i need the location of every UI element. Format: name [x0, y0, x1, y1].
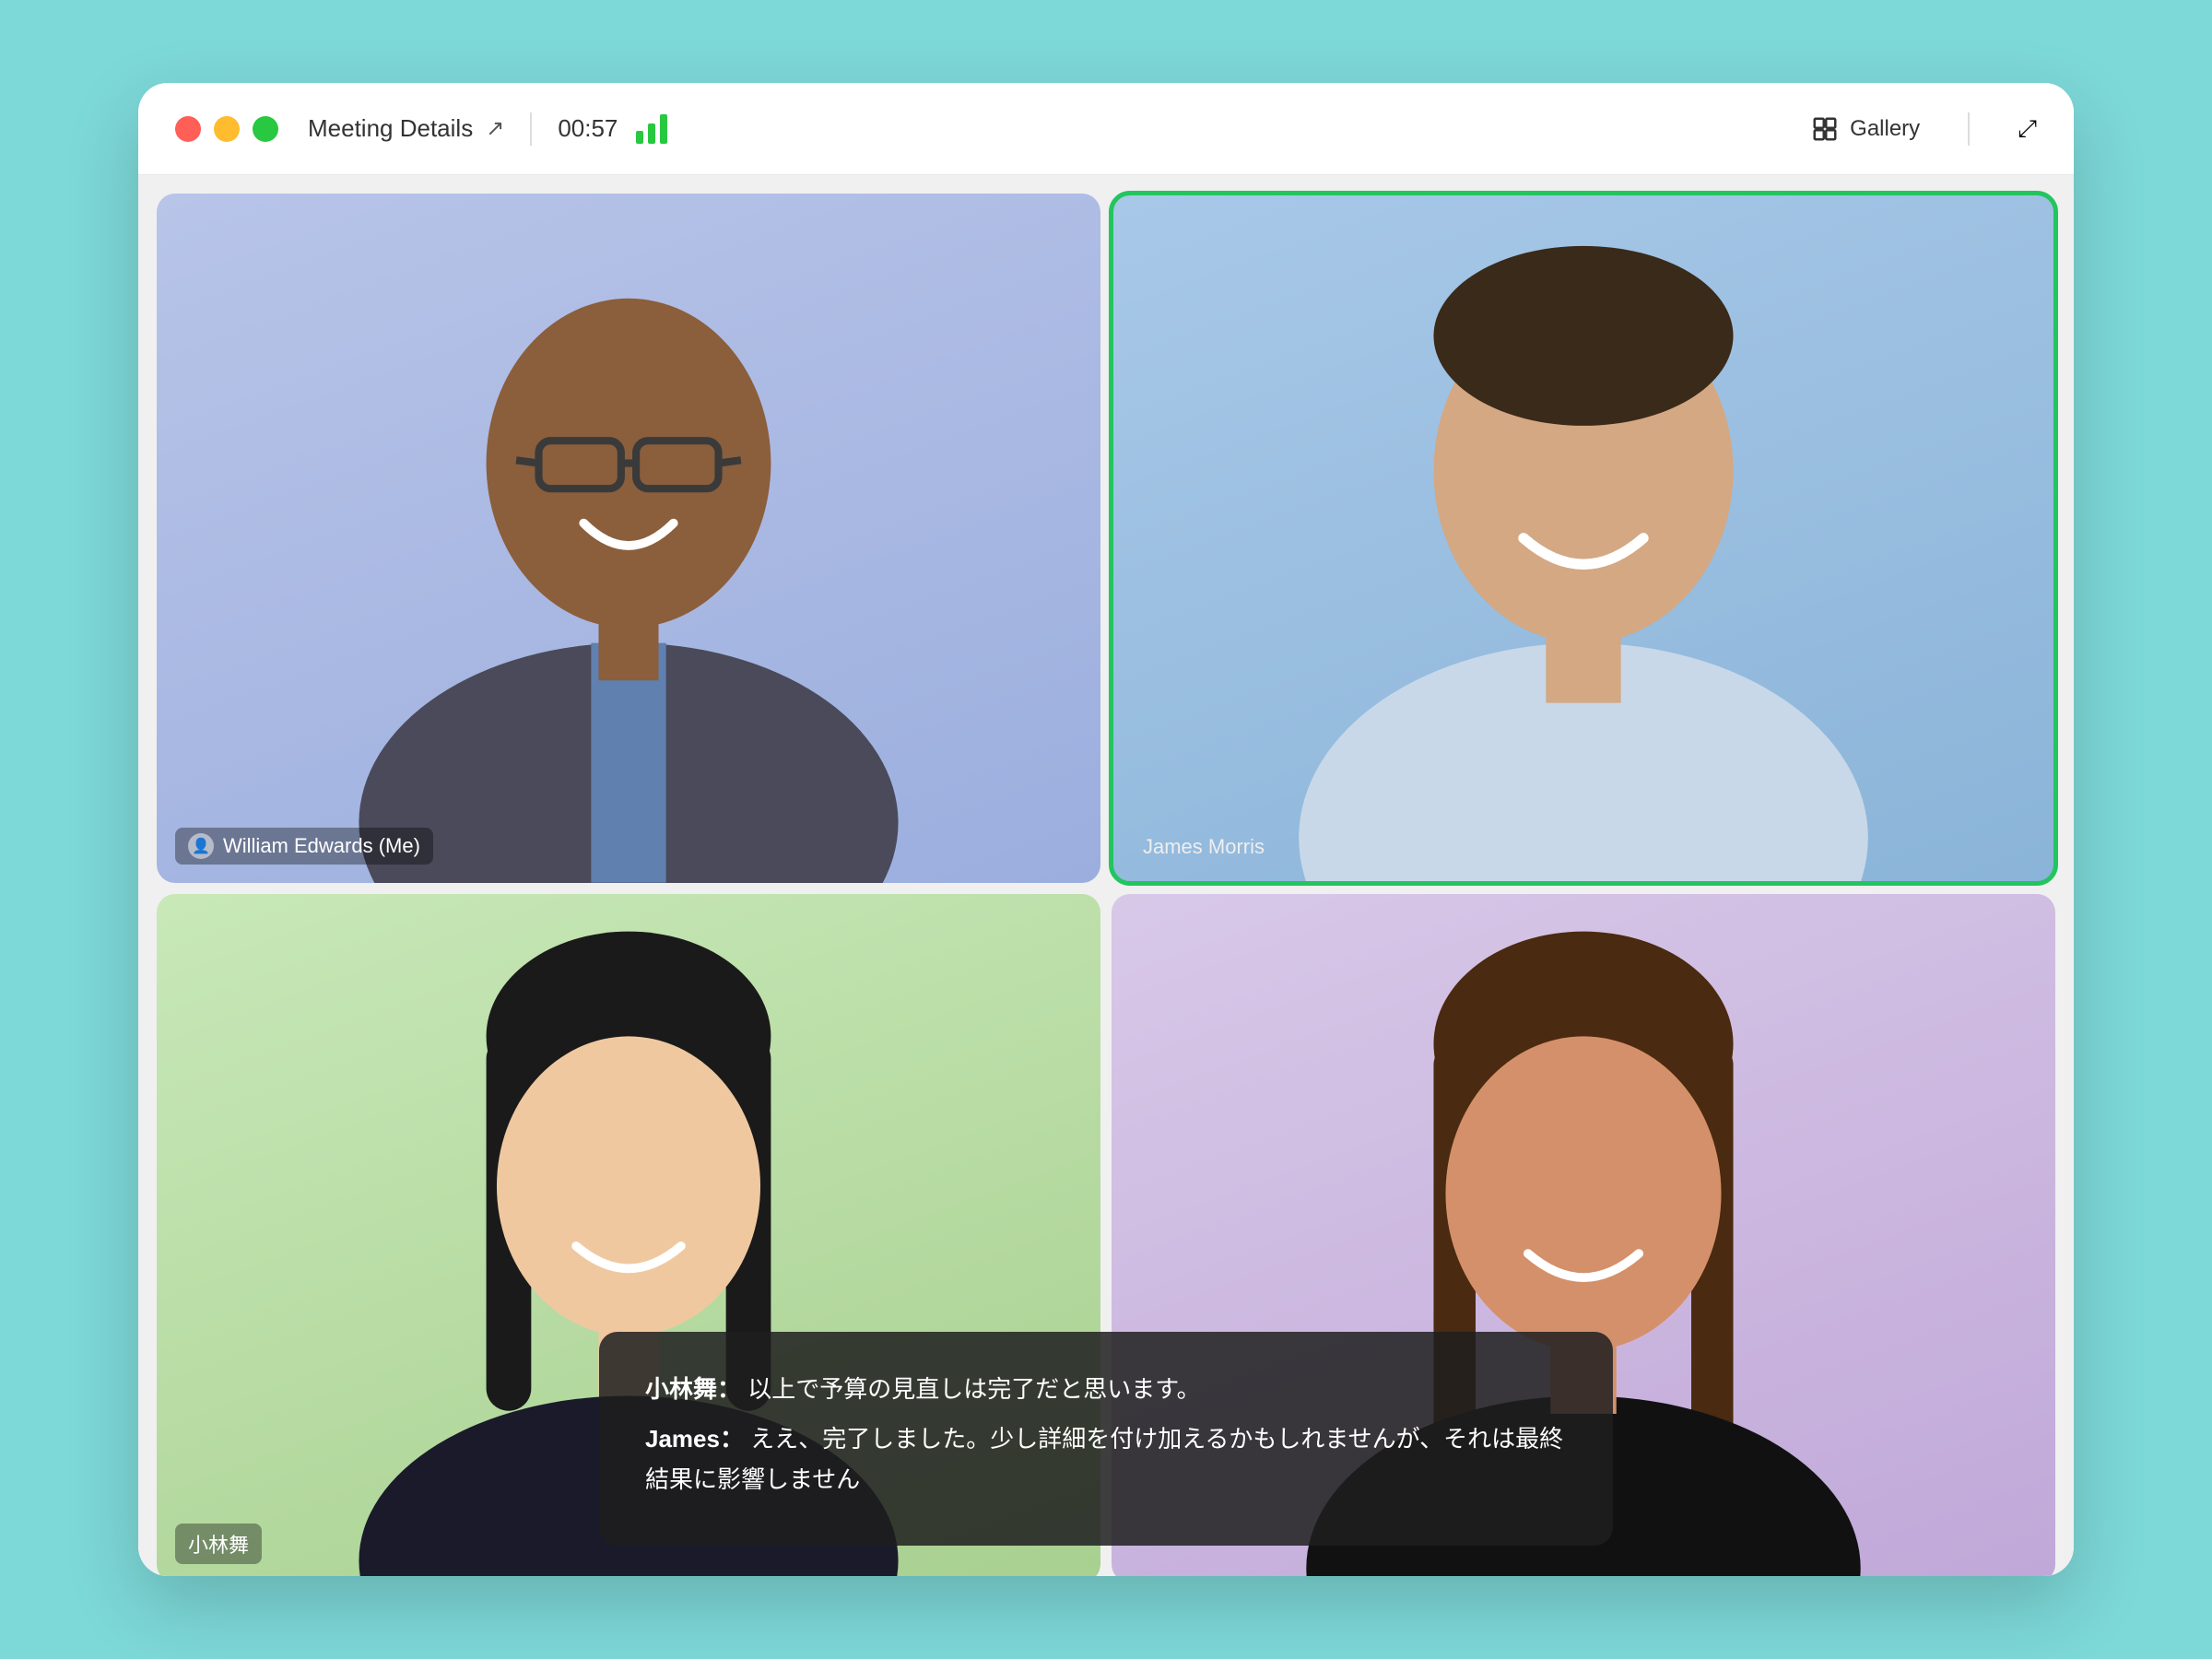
caption-speaker-1: 小林舞： — [645, 1375, 741, 1403]
person-william — [157, 194, 1100, 883]
caption-text-2: ええ、完了しました。少し詳細を付け加えるかもしれませんが、それは最終結果に影響し… — [645, 1425, 1563, 1493]
gallery-button[interactable]: Gallery — [1811, 115, 1920, 143]
meeting-details[interactable]: Meeting Details ↗ — [308, 114, 504, 143]
signal-strength-icon — [636, 114, 667, 144]
fullscreen-button[interactable]: ⤢ — [2018, 114, 2037, 144]
video-grid: 👤 William Edwards (Me) James Morris — [138, 175, 2074, 1576]
meeting-timer: 00:57 — [558, 114, 618, 143]
gallery-label: Gallery — [1850, 116, 1920, 142]
minimize-button[interactable] — [214, 116, 240, 142]
divider — [1968, 112, 1970, 146]
person-james — [1112, 194, 2055, 883]
person-icon: 👤 — [188, 833, 214, 859]
caption-overlay: 小林舞： 以上で予算の見直しは完了だと思います。 James： ええ、完了しまし… — [599, 1332, 1613, 1547]
share-icon: ↗ — [486, 115, 504, 142]
participant-name-james: James Morris — [1130, 830, 1277, 865]
title-bar-right: Gallery ⤢ — [1811, 112, 2037, 146]
caption-line-1: 小林舞： 以上で予算の見直しは完了だと思います。 — [645, 1369, 1567, 1409]
caption-speaker-2: James： — [645, 1425, 744, 1453]
close-button[interactable] — [175, 116, 201, 142]
caption-line-2: James： ええ、完了しました。少し詳細を付け加えるかもしれませんが、それは最… — [645, 1418, 1567, 1500]
caption-text-1: 以上で予算の見直しは完了だと思います。 — [747, 1375, 1200, 1403]
video-cell-james: James Morris — [1112, 194, 2055, 883]
meeting-details-label: Meeting Details — [308, 114, 473, 143]
divider — [530, 112, 532, 146]
participant-name-william: 👤 William Edwards (Me) — [175, 828, 433, 865]
traffic-lights — [175, 116, 278, 142]
app-window: Meeting Details ↗ 00:57 Gallery ⤢ — [138, 83, 2074, 1576]
title-bar: Meeting Details ↗ 00:57 Gallery ⤢ — [138, 83, 2074, 175]
participant-name-kobayashi: 小林舞 — [175, 1524, 262, 1564]
maximize-button[interactable] — [253, 116, 278, 142]
video-cell-william: 👤 William Edwards (Me) — [157, 194, 1100, 883]
